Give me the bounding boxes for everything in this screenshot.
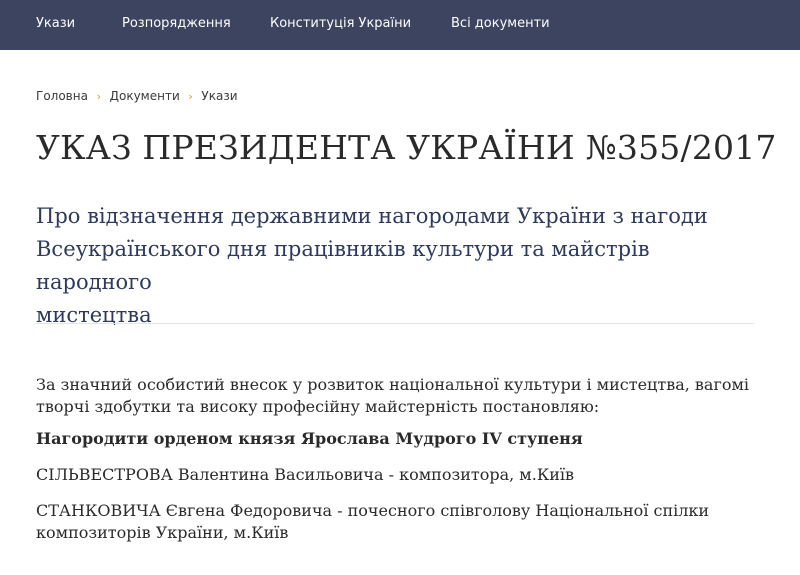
breadcrumb: Головна › Документи › Укази (36, 89, 238, 107)
subtitle-line: Про відзначення державними нагородами Ук… (36, 204, 708, 228)
breadcrumb-decrees[interactable]: Укази (201, 89, 237, 103)
nav-item-constitution[interactable]: Конституція України (270, 0, 411, 50)
awardee-item: СТАНКОВИЧА Євгена Федоровича - почесного… (36, 500, 756, 544)
awardee-line: композиторів України, м.Київ (36, 523, 289, 542)
chevron-right-icon: › (96, 90, 101, 103)
top-navigation: Укази Розпорядження Конституція України … (0, 0, 800, 50)
nav-item-decrees[interactable]: Укази (36, 0, 75, 50)
awardee-item: СІЛЬВЕСТРОВА Валентина Васильовича - ком… (36, 464, 756, 486)
section-divider (36, 323, 754, 324)
chevron-right-icon: › (188, 90, 193, 103)
awardee-line: СІЛЬВЕСТРОВА Валентина Васильовича - ком… (36, 465, 574, 484)
award-heading: Нагородити орденом князя Ярослава Мудрог… (36, 429, 583, 448)
intro-line: За значний особистий внесок у розвиток н… (36, 375, 750, 394)
breadcrumb-home[interactable]: Головна (36, 89, 88, 103)
nav-item-orders[interactable]: Розпорядження (122, 0, 231, 50)
decree-intro: За значний особистий внесок у розвиток н… (36, 374, 756, 418)
awardee-line: СТАНКОВИЧА Євгена Федоровича - почесного… (36, 501, 710, 520)
nav-item-all-documents[interactable]: Всі документи (451, 0, 550, 50)
intro-line: творчі здобутки та високу професійну май… (36, 397, 600, 416)
page-title: УКАЗ ПРЕЗИДЕНТА УКРАЇНИ №355/2017 (36, 128, 777, 167)
breadcrumb-documents[interactable]: Документи (110, 89, 180, 103)
decree-body: За значний особистий внесок у розвиток н… (36, 374, 756, 544)
subtitle-line: Всеукраїнського дня працівників культури… (36, 237, 650, 294)
page-subtitle: Про відзначення державними нагородами Ук… (36, 200, 766, 332)
